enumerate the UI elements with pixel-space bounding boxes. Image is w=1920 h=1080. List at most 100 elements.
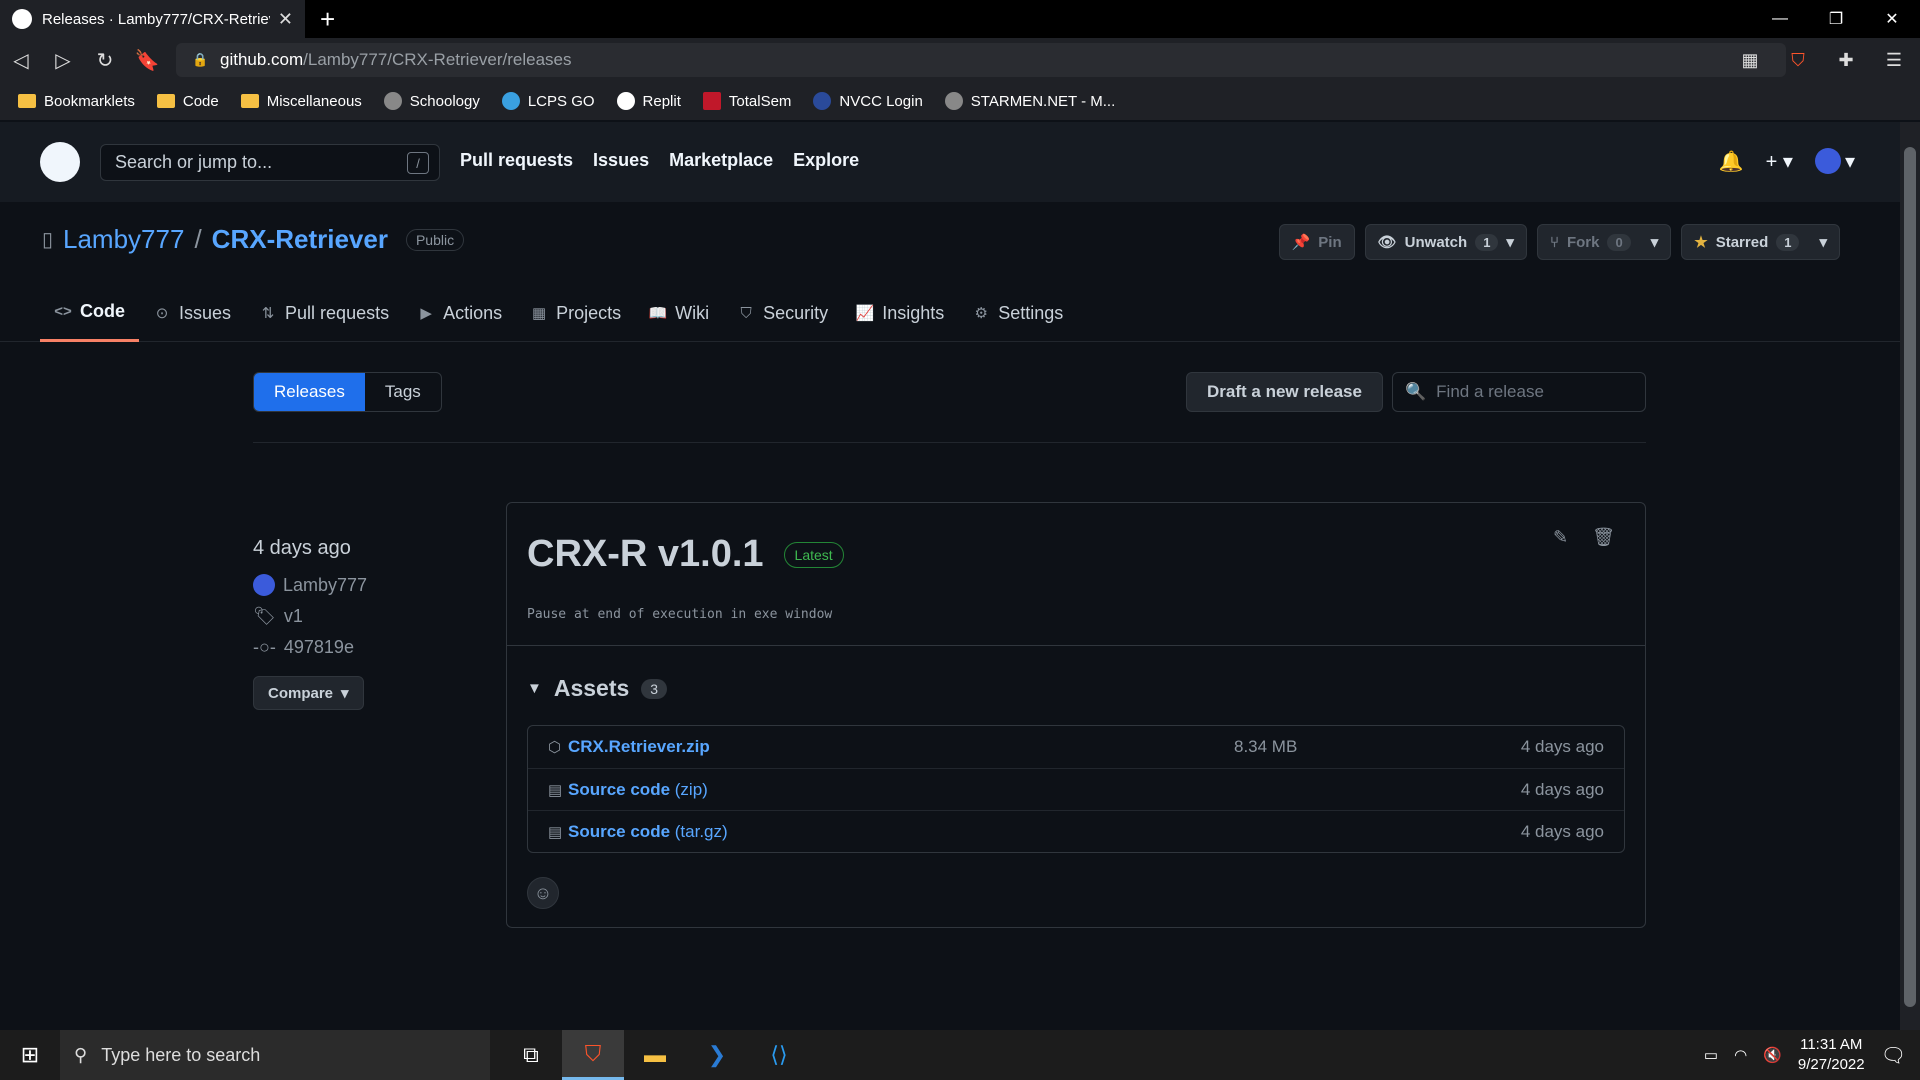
- qr-icon[interactable]: ▦: [1736, 46, 1764, 74]
- assets-toggle[interactable]: ▼ Assets 3: [527, 675, 668, 702]
- release-tag[interactable]: 🏷 v1: [253, 606, 367, 627]
- notifications-icon[interactable]: 🗨: [1881, 1043, 1906, 1068]
- extensions-icon[interactable]: ✚: [1832, 46, 1860, 74]
- bookmark-label: STARMEN.NET - M...: [970, 92, 1116, 110]
- assets-label: Assets: [553, 675, 630, 701]
- asset-link[interactable]: Source code (zip): [568, 780, 1234, 800]
- tab-pull-requests[interactable]: ⇅ Pull requests: [245, 284, 403, 342]
- bookmark-schoology[interactable]: Schoology: [383, 92, 480, 110]
- asset-name: Source code: [568, 779, 671, 799]
- reload-icon[interactable]: ↻: [84, 48, 126, 73]
- plus-dropdown-icon[interactable]: + ▾: [1766, 149, 1793, 174]
- pin-label: Pin: [1318, 233, 1342, 251]
- address-bar[interactable]: 🔒 github.com/Lamby777/CRX-Retriever/rele…: [176, 43, 1786, 77]
- release-title-text[interactable]: CRX-R v1.0.1: [527, 533, 764, 576]
- nav-explore[interactable]: Explore: [793, 150, 859, 171]
- minimize-icon[interactable]: —: [1752, 0, 1808, 38]
- tab-wiki[interactable]: 📖 Wiki: [635, 284, 723, 342]
- wifi-icon[interactable]: ◠: [1734, 1046, 1747, 1064]
- release-author[interactable]: Lamby777: [253, 574, 367, 596]
- pencil-icon[interactable]: ✎: [1553, 527, 1568, 548]
- asset-link[interactable]: CRX.Retriever.zip: [568, 737, 1234, 757]
- clock[interactable]: 11:31 AM 9/27/2022: [1798, 1035, 1865, 1075]
- forward-icon[interactable]: ▷: [42, 48, 84, 73]
- taskbar-search-input[interactable]: ⚲ Type here to search: [60, 1030, 490, 1080]
- bookmark-nvcc[interactable]: NVCC Login: [813, 92, 923, 110]
- task-view-icon[interactable]: ⧉: [500, 1030, 562, 1080]
- starred-button[interactable]: ★ Starred 1 ▾: [1681, 224, 1840, 260]
- tab-security[interactable]: ⛉ Security: [723, 284, 842, 342]
- pin-button[interactable]: 📌 Pin: [1278, 224, 1355, 260]
- tab-label: Security: [763, 302, 829, 323]
- tab-projects[interactable]: ▦ Projects: [516, 284, 635, 342]
- brave-browser-icon[interactable]: ⛉: [562, 1030, 624, 1080]
- unwatch-button[interactable]: 👁 Unwatch 1 ▾: [1364, 224, 1527, 260]
- bookmark-starmen[interactable]: STARMEN.NET - M...: [944, 92, 1116, 110]
- search-icon: 🔍: [1405, 382, 1427, 401]
- github-logo-icon[interactable]: [40, 142, 80, 182]
- chevron-down-icon[interactable]: ▾: [1651, 233, 1659, 251]
- fork-icon: ⑂: [1549, 233, 1559, 251]
- tab-insights[interactable]: 📈 Insights: [842, 284, 958, 342]
- github-header: Search or jump to... / Pull requests Iss…: [0, 122, 1900, 202]
- tab-code[interactable]: <> Code: [40, 284, 139, 342]
- issue-icon: ⊙: [155, 305, 169, 322]
- bookmark-miscellaneous[interactable]: Miscellaneous: [240, 93, 362, 110]
- author-name: Lamby777: [283, 574, 368, 595]
- brave-shield-icon[interactable]: ⛉: [1784, 46, 1812, 74]
- bookmark-code[interactable]: Code: [156, 93, 219, 110]
- assets-list: ⬡ CRX.Retriever.zip 8.34 MB 4 days ago ▤…: [527, 725, 1625, 853]
- chevron-down-icon[interactable]: ▾: [1819, 233, 1827, 251]
- search-input[interactable]: Search or jump to... /: [100, 144, 440, 181]
- back-icon[interactable]: ◁: [0, 48, 42, 73]
- tab-actions[interactable]: ▶ Actions: [403, 284, 516, 342]
- restore-icon[interactable]: ❐: [1808, 0, 1864, 38]
- volume-muted-icon[interactable]: 🔇: [1763, 1046, 1782, 1064]
- user-menu[interactable]: ▾: [1814, 148, 1855, 174]
- release-commit[interactable]: -○- 497819e: [253, 637, 367, 658]
- smiley-icon[interactable]: ☺: [527, 877, 559, 909]
- trash-icon[interactable]: 🗑: [1592, 527, 1615, 548]
- lcps-icon: [501, 92, 520, 110]
- new-tab-icon[interactable]: +: [320, 4, 335, 35]
- repo-title: ▯ Lamby777 / CRX-Retriever Public: [42, 224, 465, 255]
- repo-owner-link[interactable]: Lamby777: [63, 224, 184, 255]
- bookmark-icon[interactable]: 🔖: [126, 48, 168, 73]
- asset-name: Source code: [568, 821, 671, 841]
- battery-icon[interactable]: ▭: [1704, 1046, 1718, 1064]
- browser-tab-strip: Releases · Lamby777/CRX-Retriever ✕ + — …: [0, 0, 1920, 38]
- tab-issues[interactable]: ⊙ Issues: [139, 284, 245, 342]
- find-release-input[interactable]: 🔍 Find a release: [1392, 372, 1646, 412]
- releases-tab-button[interactable]: Releases: [254, 373, 365, 411]
- powershell-icon[interactable]: ❯: [686, 1030, 748, 1080]
- bookmark-lcps-go[interactable]: LCPS GO: [501, 92, 595, 110]
- repo-name-link[interactable]: CRX-Retriever: [212, 224, 388, 255]
- pull-request-icon: ⇅: [261, 305, 275, 322]
- close-window-icon[interactable]: ✕: [1864, 0, 1920, 38]
- bookmark-replit[interactable]: Replit: [616, 92, 681, 110]
- nav-issues[interactable]: Issues: [593, 150, 649, 171]
- nav-pull-requests[interactable]: Pull requests: [460, 150, 573, 171]
- fork-button[interactable]: ⑂ Fork 0 ▾: [1536, 224, 1672, 260]
- fork-count: 0: [1607, 233, 1631, 251]
- browser-tab[interactable]: Releases · Lamby777/CRX-Retriever ✕: [0, 0, 305, 38]
- vscode-icon[interactable]: ⟨⟩: [748, 1030, 810, 1080]
- tags-tab-button[interactable]: Tags: [365, 373, 441, 411]
- scrollbar[interactable]: [1900, 122, 1920, 1030]
- close-tab-icon[interactable]: ✕: [278, 9, 293, 30]
- menu-icon[interactable]: ☰: [1880, 46, 1908, 74]
- bell-icon[interactable]: 🔔: [1719, 149, 1744, 174]
- windows-start-icon[interactable]: ⊞: [0, 1030, 60, 1080]
- draft-release-button[interactable]: Draft a new release: [1186, 372, 1383, 412]
- compare-button[interactable]: Compare ▾: [253, 676, 364, 710]
- bookmark-totalsem[interactable]: TotalSem: [702, 92, 791, 110]
- nav-marketplace[interactable]: Marketplace: [669, 150, 773, 171]
- scrollbar-thumb[interactable]: [1904, 147, 1916, 1007]
- bookmark-bookmarklets[interactable]: Bookmarklets: [18, 93, 135, 110]
- unwatch-label: Unwatch: [1404, 233, 1468, 251]
- tab-settings[interactable]: ⚙ Settings: [958, 284, 1077, 342]
- header-right: 🔔 + ▾ ▾: [1719, 148, 1855, 174]
- file-explorer-icon[interactable]: ▬: [624, 1030, 686, 1080]
- asset-link[interactable]: Source code (tar.gz): [568, 822, 1234, 842]
- bookmark-label: LCPS GO: [527, 92, 595, 110]
